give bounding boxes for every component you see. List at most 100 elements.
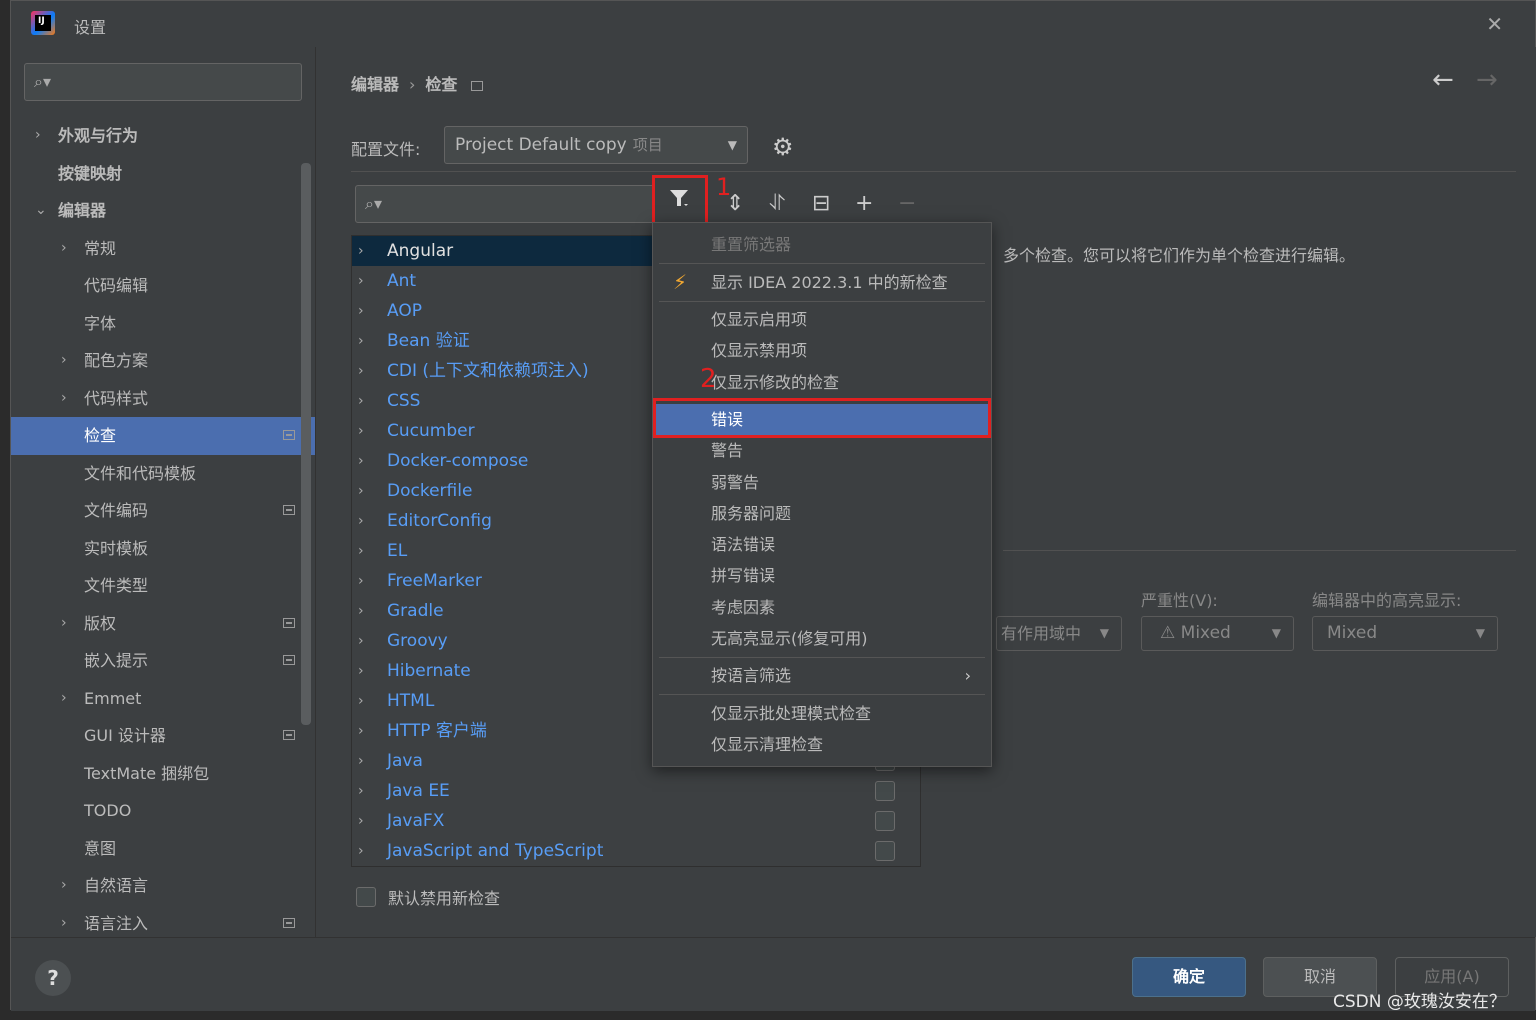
menu-item-server-problem[interactable]: 服务器问题 — [653, 498, 991, 529]
chevron-right-icon[interactable]: › — [61, 342, 67, 380]
sidebar-item[interactable]: 按键映射 — [11, 155, 315, 193]
sidebar-item[interactable]: ⌄ 编辑器 — [11, 192, 315, 230]
menu-item-enabled-only[interactable]: 仅显示启用项 — [653, 304, 991, 335]
back-arrow-icon[interactable]: ← — [1432, 65, 1454, 95]
highlight-dropdown[interactable]: Mixed ▼ — [1312, 616, 1498, 651]
filter-popup-menu: 重置筛选器 ⚡ 显示 IDEA 2022.3.1 中的新检查 仅显示启用项 仅显示… — [652, 222, 992, 767]
menu-item-warning[interactable]: 警告 — [653, 435, 991, 466]
sidebar-item[interactable]: › 常规 — [11, 230, 315, 268]
menu-item-disabled-only[interactable]: 仅显示禁用项 — [653, 335, 991, 366]
sidebar-item[interactable]: GUI 设计器 — [11, 717, 315, 755]
sidebar-item[interactable]: 文件类型 — [11, 567, 315, 605]
menu-item-cleanup-only[interactable]: 仅显示清理检查 — [653, 729, 991, 760]
chevron-right-icon[interactable]: › — [358, 776, 364, 806]
restore-defaults-icon[interactable]: ⊟ — [812, 191, 830, 216]
sidebar-scrollbar[interactable] — [301, 163, 311, 725]
chevron-right-icon[interactable]: › — [358, 476, 364, 506]
sidebar-item[interactable]: 文件编码 — [11, 492, 315, 530]
chevron-right-icon[interactable]: › — [358, 536, 364, 566]
sidebar-item[interactable]: › 外观与行为 — [11, 117, 315, 155]
breadcrumb-parent[interactable]: 编辑器 — [351, 75, 399, 94]
sidebar-search-input[interactable]: ⌕▾ — [24, 63, 302, 101]
menu-item-typo[interactable]: 拼写错误 — [653, 560, 991, 591]
sidebar-item[interactable]: › 配色方案 — [11, 342, 315, 380]
collapse-all-icon[interactable]: ⥯ — [769, 191, 785, 216]
chevron-right-icon[interactable]: › — [358, 686, 364, 716]
chevron-right-icon[interactable]: › — [358, 566, 364, 596]
inspection-row[interactable]: › JavaFX — [352, 806, 920, 836]
sidebar-item[interactable]: 代码编辑 — [11, 267, 315, 305]
sidebar-item[interactable]: TextMate 捆绑包 — [11, 755, 315, 793]
help-button[interactable]: ? — [35, 960, 71, 996]
menu-item-show-new[interactable]: ⚡ 显示 IDEA 2022.3.1 中的新检查 — [653, 267, 991, 298]
chevron-right-icon[interactable]: › — [358, 626, 364, 656]
sidebar-item[interactable]: TODO — [11, 792, 315, 830]
chevron-right-icon[interactable]: › — [358, 596, 364, 626]
chevron-right-icon[interactable]: › — [358, 746, 364, 776]
sidebar-item[interactable]: › 自然语言 — [11, 867, 315, 905]
chevron-right-icon[interactable]: › — [358, 446, 364, 476]
sidebar-item[interactable]: 文件和代码模板 — [11, 455, 315, 493]
inspection-label: HTML — [387, 691, 435, 711]
menu-item-no-highlight[interactable]: 无高亮显示(修复可用) — [653, 623, 991, 654]
chevron-right-icon[interactable]: › — [61, 230, 67, 268]
chevron-right-icon[interactable]: › — [358, 836, 364, 866]
sidebar-item[interactable]: 检查 — [11, 417, 315, 455]
sidebar-item[interactable]: 意图 — [11, 830, 315, 868]
sidebar-item[interactable]: 嵌入提示 — [11, 642, 315, 680]
default-disable-label: 默认禁用新检查 — [388, 889, 501, 908]
chevron-right-icon[interactable]: › — [61, 867, 67, 905]
chevron-right-icon[interactable]: › — [358, 716, 364, 746]
menu-item-error[interactable]: 错误 — [653, 404, 991, 435]
profile-dropdown[interactable]: Project Default copy 项目 ▼ — [444, 126, 748, 164]
default-disable-checkbox[interactable] — [356, 887, 376, 907]
sidebar-item[interactable]: › Emmet — [11, 680, 315, 718]
filter-button[interactable] — [652, 175, 708, 225]
add-icon[interactable]: + — [855, 191, 873, 216]
inspection-label: JavaScript and TypeScript — [387, 841, 604, 861]
inspection-checkbox[interactable] — [875, 811, 895, 831]
gear-icon[interactable]: ⚙ — [772, 133, 794, 161]
remove-icon[interactable]: − — [898, 191, 916, 216]
chevron-right-icon[interactable]: › — [358, 266, 364, 296]
sidebar-item-label: 意图 — [84, 838, 117, 858]
chevron-right-icon[interactable]: › — [358, 386, 364, 416]
menu-item-consideration[interactable]: 考虑因素 — [653, 592, 991, 623]
chevron-right-icon[interactable]: › — [358, 506, 364, 536]
sidebar-item[interactable]: › 代码样式 — [11, 380, 315, 418]
inspection-search-input[interactable]: ⌕▾ — [355, 185, 655, 223]
menu-item-by-language[interactable]: 按语言筛选 › — [653, 660, 991, 691]
chevron-right-icon[interactable]: › — [358, 356, 364, 386]
chevron-right-icon[interactable]: › — [358, 806, 364, 836]
inspection-checkbox[interactable] — [875, 841, 895, 861]
sidebar-item[interactable]: 字体 — [11, 305, 315, 343]
scope-dropdown[interactable]: 有作用域中 ▼ — [996, 616, 1122, 651]
chevron-down-icon[interactable]: ⌄ — [35, 192, 47, 230]
chevron-right-icon[interactable]: › — [358, 656, 364, 686]
chevron-right-icon[interactable]: › — [358, 326, 364, 356]
chevron-right-icon[interactable]: › — [61, 605, 67, 643]
inspection-row[interactable]: › JavaScript and TypeScript — [352, 836, 920, 866]
chevron-right-icon[interactable]: › — [358, 296, 364, 326]
severity-dropdown[interactable]: ⚠ Mixed ▼ — [1141, 616, 1294, 651]
window-title: 设置 — [74, 18, 107, 37]
expand-all-icon[interactable]: ⇕ — [726, 191, 744, 216]
menu-item-batch-only[interactable]: 仅显示批处理模式检查 — [653, 698, 991, 729]
inspection-row[interactable]: › Java EE — [352, 776, 920, 806]
menu-item-weak-warning[interactable]: 弱警告 — [653, 467, 991, 498]
chevron-right-icon[interactable]: › — [61, 680, 67, 718]
inspection-checkbox[interactable] — [875, 781, 895, 801]
severity-value: Mixed — [1180, 623, 1231, 643]
forward-arrow-icon[interactable]: → — [1476, 65, 1498, 95]
chevron-right-icon[interactable]: › — [358, 236, 364, 266]
chevron-right-icon[interactable]: › — [358, 416, 364, 446]
menu-item-reset-filter[interactable]: 重置筛选器 — [653, 229, 991, 260]
sidebar-item[interactable]: › 版权 — [11, 605, 315, 643]
menu-item-grammar-error[interactable]: 语法错误 — [653, 529, 991, 560]
ok-button[interactable]: 确定 — [1132, 957, 1246, 997]
chevron-right-icon[interactable]: › — [35, 117, 41, 155]
chevron-right-icon[interactable]: › — [61, 380, 67, 418]
sidebar-item-label: 版权 — [84, 613, 117, 633]
close-icon[interactable]: ✕ — [1486, 12, 1503, 36]
sidebar-item[interactable]: 实时模板 — [11, 530, 315, 568]
